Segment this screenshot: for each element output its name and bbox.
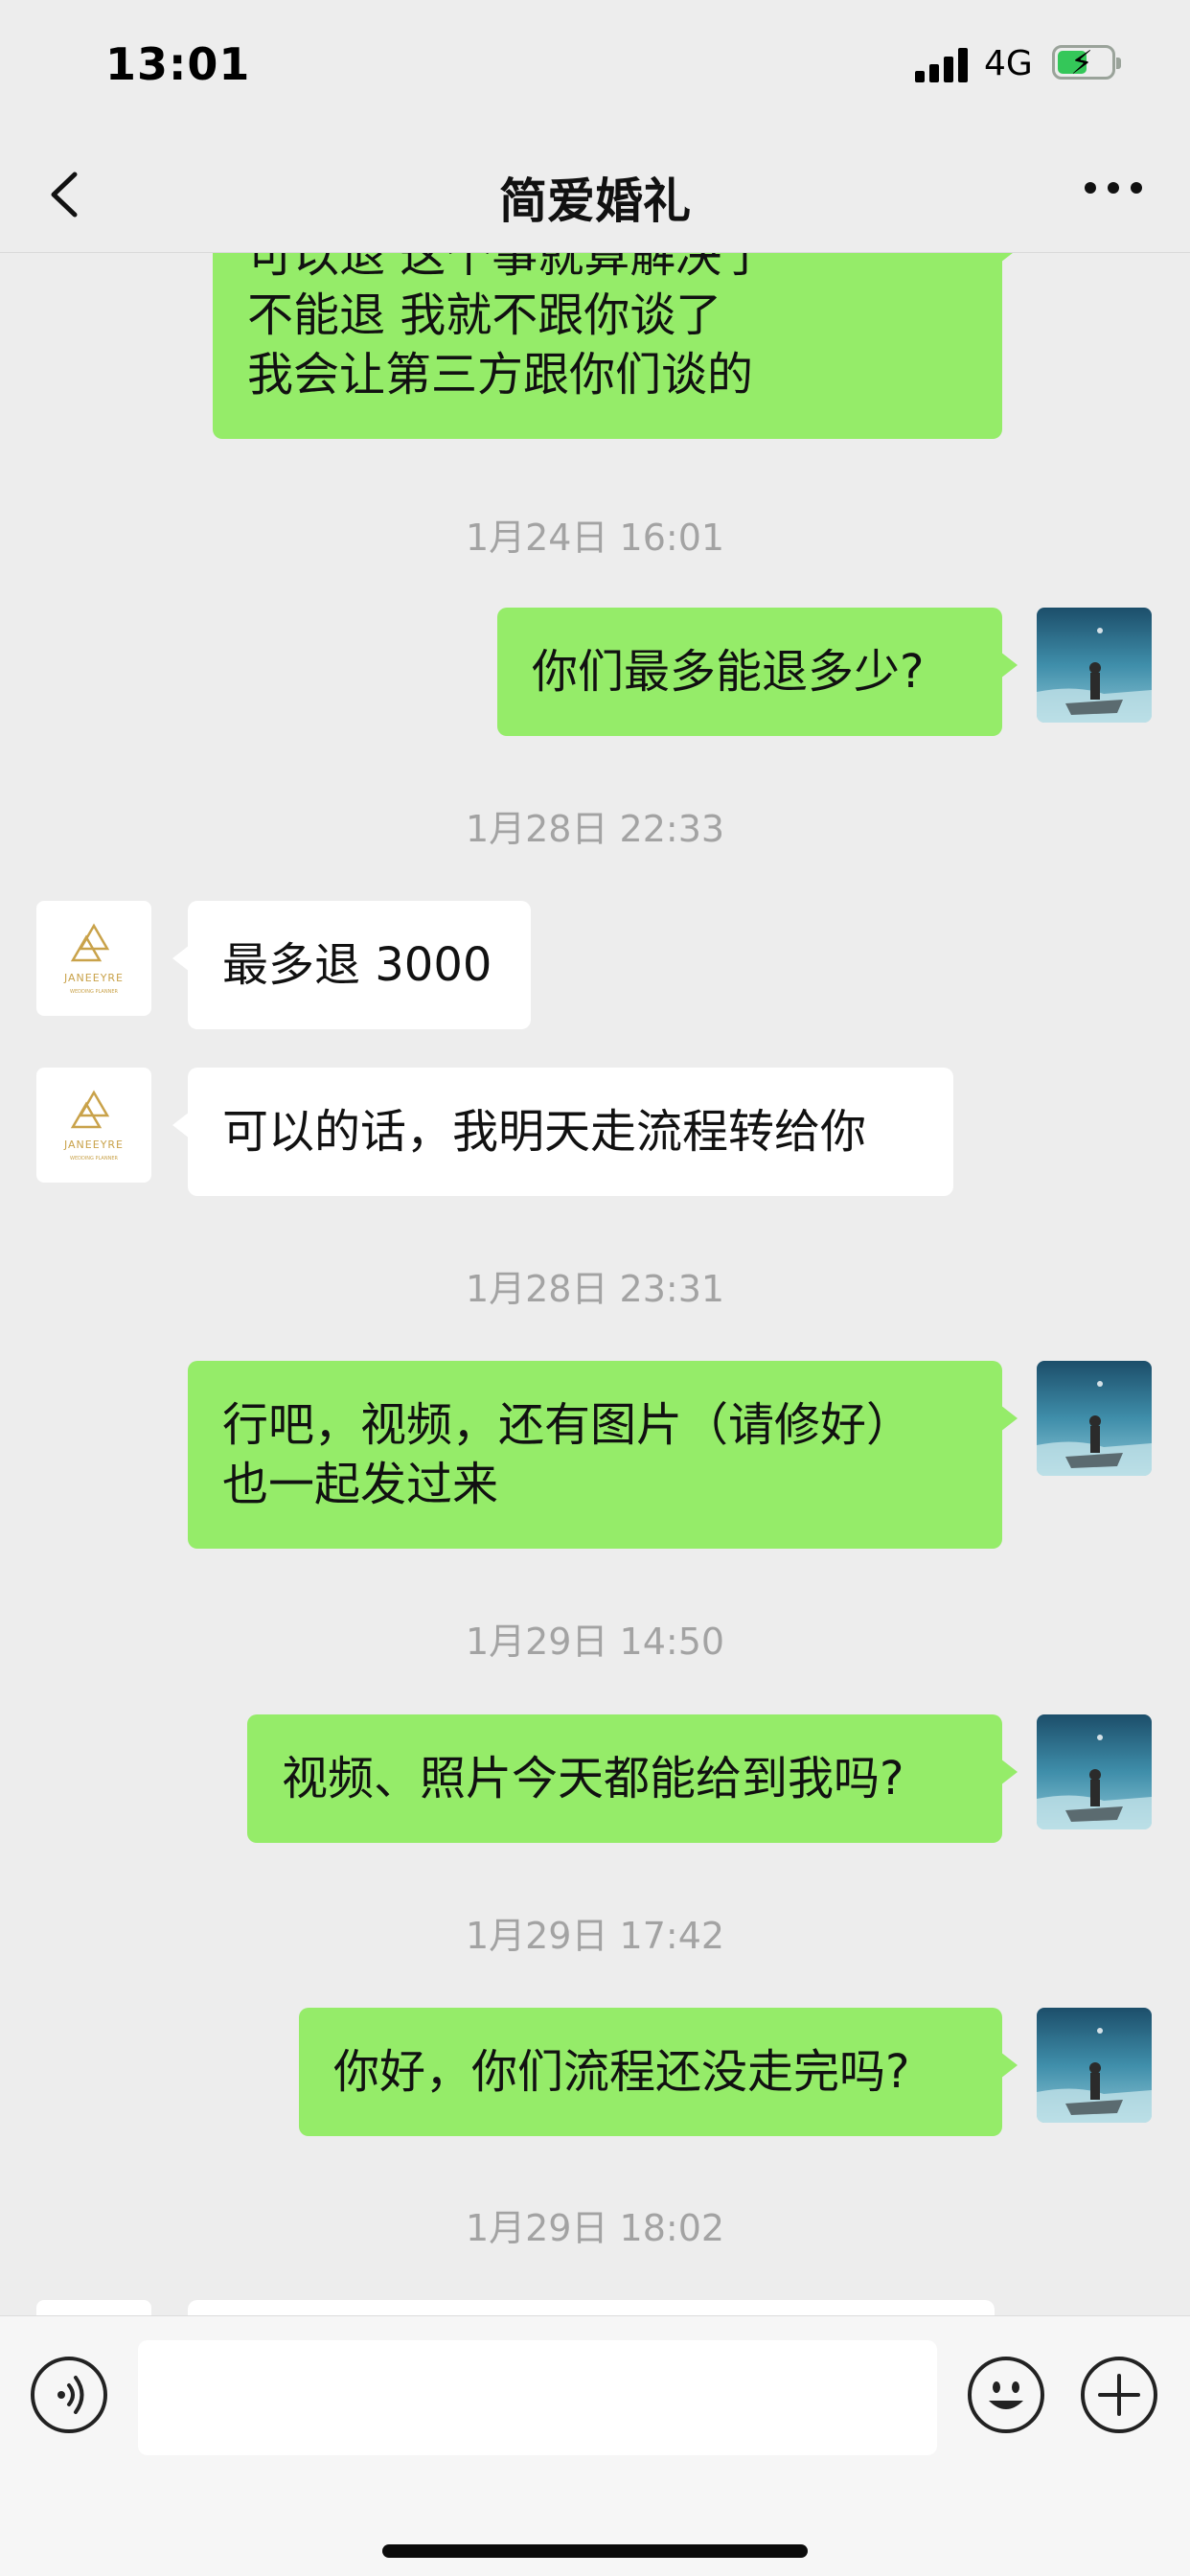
timestamp: 1月24日 16:01 xyxy=(465,517,725,559)
message-list[interactable]: 可以退 这个事就算解决了 不能退 我就不跟你谈了 我会让第三方跟你们谈的 1月2… xyxy=(0,253,1190,2315)
battery-icon: ⚡ xyxy=(1052,44,1121,82)
message-bubble-sent[interactable]: 可以退 这个事就算解决了 不能退 我就不跟你谈了 我会让第三方跟你们谈的 xyxy=(213,253,1018,439)
more-button[interactable] xyxy=(1085,182,1142,201)
timestamp: 1月29日 14:50 xyxy=(465,1621,725,1663)
self-avatar[interactable] xyxy=(1037,608,1152,723)
timestamp: 1月29日 17:42 xyxy=(465,1915,725,1957)
svg-text:WEDDING PLANNER: WEDDING PLANNER xyxy=(70,989,118,995)
voice-icon xyxy=(57,2376,84,2414)
timestamp: 1月28日 22:33 xyxy=(465,808,725,850)
message-bubble-received[interactable] xyxy=(188,2300,995,2315)
voice-button[interactable] xyxy=(31,2357,107,2433)
message-bubble-received[interactable]: 可以的话，我明天走流程转给你 xyxy=(172,1068,953,1196)
message-bubble-sent[interactable]: 你们最多能退多少? xyxy=(497,608,1018,736)
plus-button[interactable] xyxy=(1081,2357,1157,2433)
network-label: 4G xyxy=(984,44,1033,83)
timestamp: 1月29日 18:02 xyxy=(465,2207,725,2249)
contact-avatar[interactable]: JANEEYRE WEDDING PLANNER xyxy=(36,1068,151,1183)
self-avatar[interactable] xyxy=(1037,1361,1152,1476)
status-time: 13:01 xyxy=(105,38,251,90)
svg-text:JANEEYRE: JANEEYRE xyxy=(63,972,124,984)
timestamp: 1月28日 23:31 xyxy=(465,1268,725,1310)
chat-screen: 13:01 4G ⚡ 简爱婚礼 可以退 这个事就算解决了 不能退 我就不跟你谈了… xyxy=(0,0,1190,2576)
message-bubble-sent[interactable]: 你好，你们流程还没走完吗? xyxy=(299,2008,1018,2136)
self-avatar[interactable] xyxy=(1037,2008,1152,2123)
home-indicator[interactable] xyxy=(382,2544,808,2558)
nav-bar: 简爱婚礼 xyxy=(0,134,1190,253)
emoji-icon xyxy=(989,2381,1023,2409)
emoji-button[interactable] xyxy=(968,2357,1044,2433)
svg-text:JANEEYRE: JANEEYRE xyxy=(63,1138,124,1151)
self-avatar[interactable] xyxy=(1037,1714,1152,1829)
message-bubble-sent[interactable]: 视频、照片今天都能给到我吗? xyxy=(247,1714,1018,1843)
message-input[interactable] xyxy=(138,2340,937,2455)
status-bar: 13:01 4G ⚡ xyxy=(0,0,1190,134)
message-bubble-received[interactable]: 最多退 3000 xyxy=(172,901,531,1029)
message-bubble-sent[interactable]: 行吧，视频，还有图片（请修好） 也一起发过来 xyxy=(188,1361,1018,1549)
more-icon xyxy=(1085,182,1096,194)
input-bar xyxy=(0,2315,1190,2576)
contact-avatar[interactable] xyxy=(36,2300,151,2315)
chat-title: 简爱婚礼 xyxy=(499,173,691,229)
plus-icon xyxy=(1098,2374,1140,2416)
signal-icon xyxy=(915,48,969,82)
svg-text:WEDDING PLANNER: WEDDING PLANNER xyxy=(70,1156,118,1162)
contact-avatar[interactable]: JANEEYRE WEDDING PLANNER xyxy=(36,901,151,1016)
